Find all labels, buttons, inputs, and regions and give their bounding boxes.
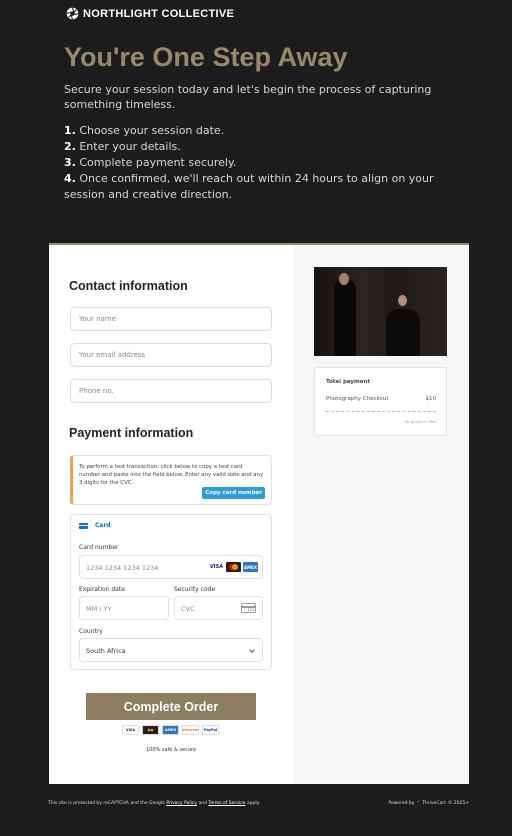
recaptcha-notice: This site is protected by reCAPTCHA and … [48, 801, 260, 806]
mastercard-logo-icon [226, 562, 241, 572]
checkout-card: Contact information Payment information … [49, 243, 469, 784]
contact-heading: Contact information [69, 279, 188, 293]
copyright: © 2025+ [447, 801, 469, 806]
page-subtitle: Secure your session today and let's begi… [64, 83, 432, 111]
copy-card-number-button[interactable]: Copy card number [202, 487, 265, 499]
powered-by-label: Powered by [388, 801, 415, 806]
brand-name: NORTHLIGHT COLLECTIVE [83, 7, 235, 20]
step-item: 1. Choose your session date. [64, 123, 454, 139]
powered-by: Powered by ⌃ ThriveCart © 2025+ [388, 801, 469, 806]
photo-figure [334, 279, 356, 356]
test-notice: To perform a test transaction, click bel… [70, 455, 272, 505]
complete-order-button[interactable]: Complete Order [86, 693, 256, 720]
test-notice-text: To perform a test transaction, click bel… [79, 464, 264, 486]
step-item: 2. Enter your details. [64, 139, 454, 155]
aperture-logo-icon [66, 7, 79, 20]
country-label: Country [79, 628, 103, 635]
cvc-card-icon: 123 [241, 603, 256, 613]
card-number-placeholder: 1234 1234 1234 1234 [86, 564, 159, 572]
step-text: Choose your session date. [79, 124, 225, 137]
email-input[interactable] [70, 343, 272, 367]
expiry-placeholder: MM / YY [86, 605, 112, 613]
step-number: 2. [64, 140, 76, 153]
summary-title: Total payment [326, 379, 371, 385]
expiry-label: Expiration date [79, 586, 125, 593]
step-number: 1. [64, 124, 76, 137]
privacy-policy-link[interactable]: Privacy Policy [166, 801, 197, 806]
secure-text: 100% safe & secure [145, 747, 197, 753]
step-number: 3. [64, 156, 76, 169]
amex-logo-icon: AMEX [162, 725, 179, 735]
order-sidebar: Total payment Photography Checkout $10 A… [293, 245, 469, 784]
phone-input[interactable] [70, 379, 272, 403]
country-select[interactable]: South Africa [79, 638, 263, 662]
credit-card-icon [79, 522, 88, 529]
country-value: South Africa [86, 647, 126, 655]
step-item: 4. Once confirmed, we'll reach out withi… [64, 171, 454, 203]
currency-note: All prices in USD [404, 419, 436, 424]
visa-logo-icon: VISA [209, 562, 224, 572]
card-number-field[interactable]: 1234 1234 1234 1234 VISA AMEX [79, 555, 263, 579]
payment-method-logos: VISA ●● AMEX discover PayPal [122, 725, 219, 735]
name-input[interactable] [70, 307, 272, 331]
summary-divider [326, 411, 436, 412]
card-tab-label: Card [95, 522, 111, 529]
step-number: 4. [64, 172, 76, 185]
session-photo [314, 267, 447, 356]
order-summary: Total payment Photography Checkout $10 A… [314, 367, 447, 436]
thrivecart-logo-icon: ⌃ [416, 801, 421, 806]
expiry-field[interactable]: MM / YY [79, 596, 169, 620]
powered-by-brand[interactable]: ThriveCart [422, 801, 446, 806]
discover-logo-icon: discover [182, 725, 199, 735]
cvc-icon-text: 123 [247, 608, 254, 612]
payment-heading: Payment information [69, 426, 194, 440]
card-number-label: Card number [79, 544, 119, 551]
summary-item: Photography Checkout [326, 396, 389, 402]
card-payment-box: Card Card number 1234 1234 1234 1234 VIS… [70, 514, 272, 670]
step-text: Enter your details. [79, 140, 181, 153]
chevron-down-icon [249, 647, 255, 653]
recaptcha-suffix: apply. [246, 801, 261, 806]
step-text: Complete payment securely. [79, 156, 237, 169]
step-item: 3. Complete payment securely. [64, 155, 454, 171]
terms-of-service-link[interactable]: Terms of Service [208, 801, 245, 806]
recaptcha-and: and [198, 801, 207, 806]
photo-figure-head [339, 273, 349, 285]
summary-price: $10 [425, 396, 437, 402]
cvc-label: Security code [174, 586, 216, 593]
paypal-logo-icon: PayPal [202, 725, 219, 735]
cvc-placeholder: CVC [181, 605, 195, 613]
visa-logo-icon: VISA [122, 725, 139, 735]
photo-figure-head [398, 295, 407, 306]
amex-logo-icon: AMEX [243, 562, 258, 572]
cvc-field[interactable]: CVC 123 [174, 596, 263, 620]
steps-list: 1. Choose your session date. 2. Enter yo… [64, 123, 454, 203]
photo-figure [386, 309, 420, 356]
page-title: You're One Step Away [64, 42, 348, 72]
card-tab[interactable]: Card [79, 522, 111, 529]
brand: NORTHLIGHT COLLECTIVE [66, 7, 234, 20]
mastercard-logo-icon: ●● [142, 725, 159, 735]
recaptcha-prefix: This site is protected by reCAPTCHA and … [48, 801, 165, 806]
step-text: Once confirmed, we'll reach out within 2… [64, 172, 434, 201]
card-brand-logos: VISA AMEX [209, 562, 258, 572]
